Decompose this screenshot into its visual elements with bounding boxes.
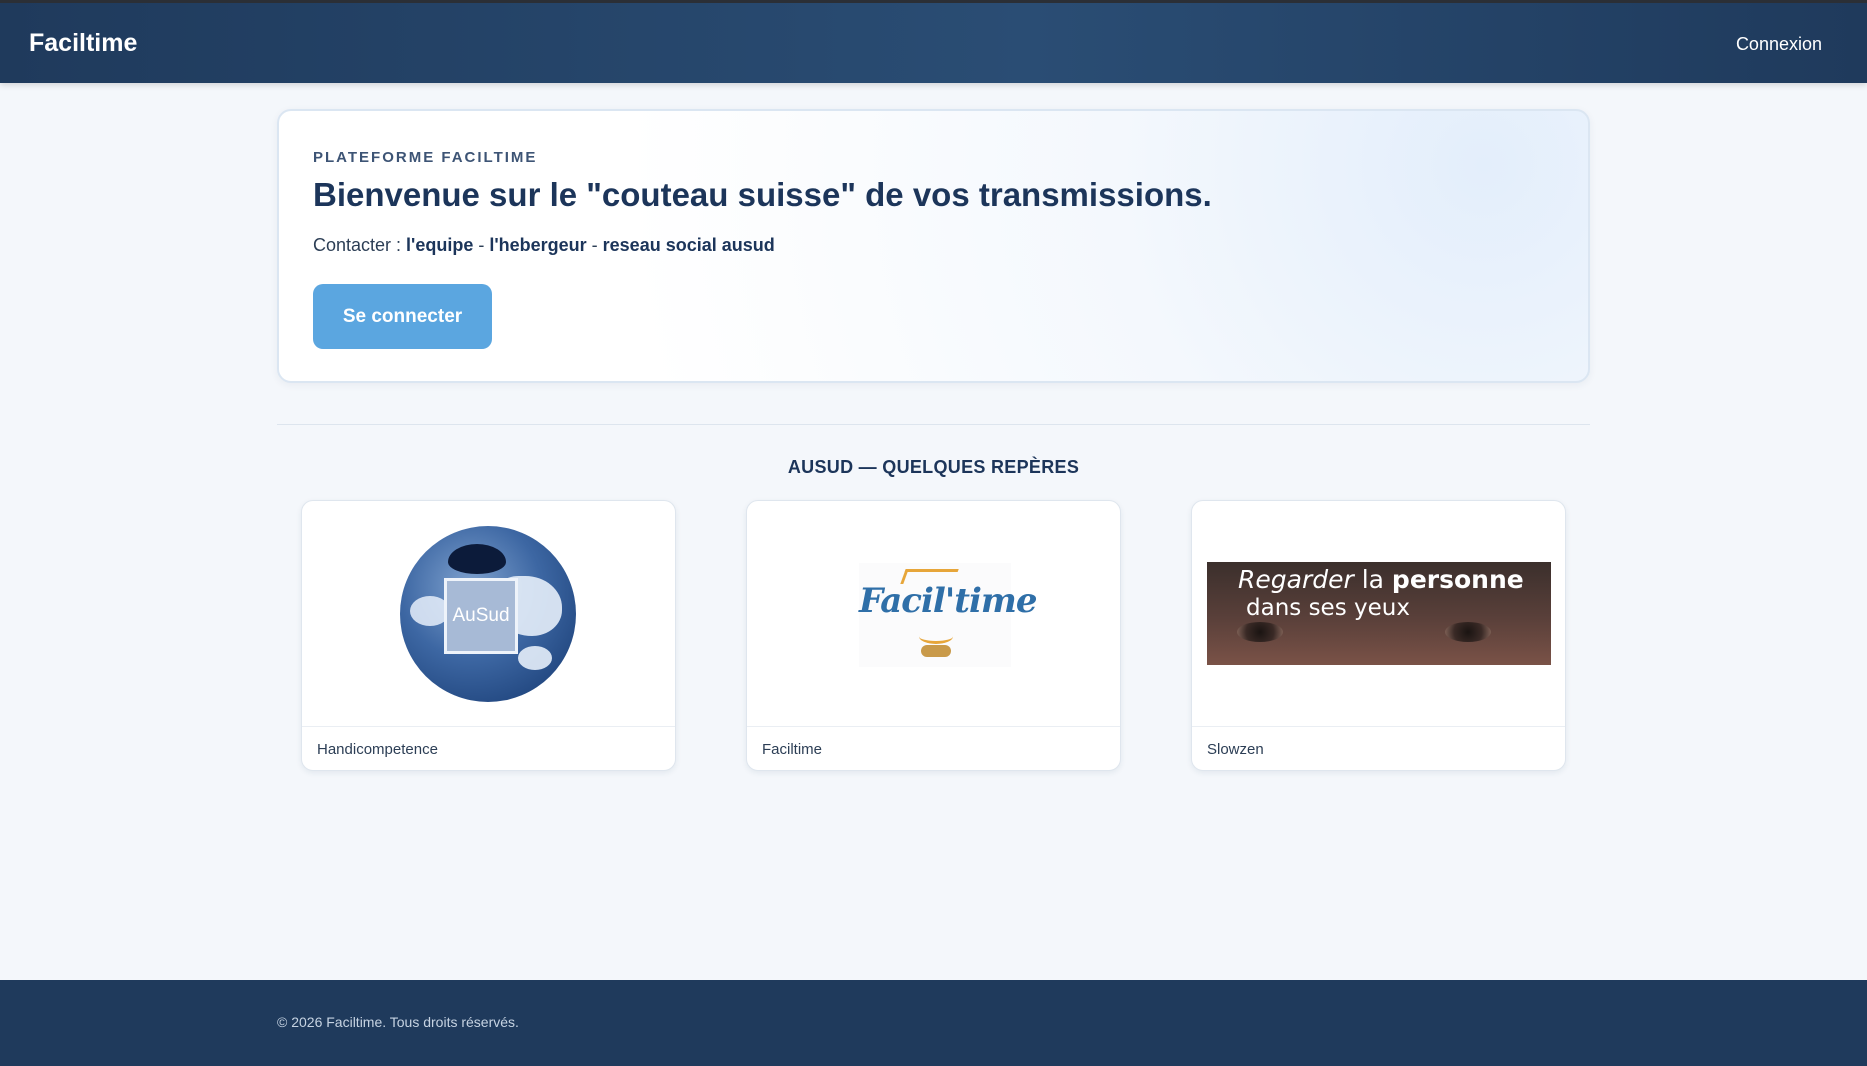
banner-line-2: dans ses yeux [1246, 595, 1410, 621]
se-connecter-button[interactable]: Se connecter [313, 284, 492, 349]
card-footer: Slowzen [1192, 726, 1565, 770]
card-media: Facil'time [747, 501, 1120, 726]
copyright-text: © 2026 Faciltime. Tous droits réservés. [277, 1014, 519, 1030]
globe-logo-icon: AuSud [400, 526, 576, 702]
contact-separator: - [473, 235, 490, 255]
ausud-logo-text: AuSud [444, 578, 518, 654]
contact-link-hebergeur[interactable]: l'hebergeur [489, 235, 586, 255]
partner-card-handicompetence[interactable]: AuSud Handicompetence [301, 500, 676, 771]
handshake-icon [921, 645, 951, 657]
eyes-banner-image: Regarder la personne dans ses yeux [1207, 562, 1551, 665]
eye-icon [1237, 622, 1283, 642]
section-divider [277, 424, 1590, 425]
card-label: Handicompetence [317, 741, 438, 758]
contact-separator: - [586, 235, 603, 255]
page-footer: © 2026 Faciltime. Tous droits réservés. [0, 980, 1867, 1066]
partner-card-slowzen[interactable]: Regarder la personne dans ses yeux Slowz… [1191, 500, 1566, 771]
connexion-link[interactable]: Connexion [1736, 34, 1822, 55]
banner-line-1: Regarder la personne [1238, 565, 1524, 594]
hero-card: PLATEFORME FACILTIME Bienvenue sur le "c… [277, 109, 1590, 383]
contact-prefix: Contacter : [313, 235, 407, 255]
card-label: Slowzen [1207, 741, 1264, 758]
hero-title: Bienvenue sur le "couteau suisse" de vos… [313, 176, 1212, 213]
contact-line: Contacter : l'equipe - l'hebergeur - res… [313, 235, 775, 256]
partner-card-faciltime[interactable]: Facil'time Faciltime [746, 500, 1121, 771]
brand-logo[interactable]: Faciltime [29, 29, 137, 58]
card-media: AuSud [302, 501, 675, 726]
hero-eyebrow: PLATEFORME FACILTIME [313, 149, 538, 166]
card-media: Regarder la personne dans ses yeux [1192, 501, 1565, 726]
faciltime-logo-text: Facil'time [859, 581, 1037, 621]
faciltime-logo-icon: Facil'time [859, 563, 1037, 667]
top-navbar: Faciltime Connexion [0, 0, 1867, 83]
contact-link-reseau-social[interactable]: reseau social ausud [603, 235, 775, 255]
contact-link-equipe[interactable]: l'equipe [406, 235, 473, 255]
section-title: AUSUD — QUELQUES REPÈRES [787, 457, 1080, 477]
eye-icon [1445, 622, 1491, 642]
card-label: Faciltime [762, 741, 823, 758]
card-footer: Faciltime [747, 726, 1120, 770]
card-footer: Handicompetence [302, 726, 675, 770]
